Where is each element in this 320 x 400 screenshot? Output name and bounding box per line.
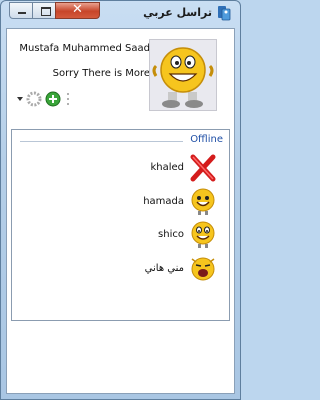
app-window: ✕ تراسل عربي Mustafa Muhammed Saad Sorry… <box>0 0 241 400</box>
close-button[interactable]: ✕ <box>55 2 100 19</box>
contact-item[interactable]: مني هاني <box>29 254 219 284</box>
group-header-offline[interactable]: Offline <box>190 134 223 145</box>
contact-item[interactable]: hamada <box>29 187 219 217</box>
profile-name[interactable]: Mustafa Muhammed Saad <box>19 43 150 54</box>
minimize-icon <box>18 12 26 14</box>
contact-name: khaled <box>150 162 184 173</box>
contact-name: shico <box>158 229 184 240</box>
add-contact-icon[interactable] <box>45 91 61 107</box>
dropdown-arrow-icon[interactable] <box>16 91 24 107</box>
maximize-button[interactable] <box>32 2 56 19</box>
contact-name: hamada <box>143 196 184 207</box>
profile-status-message[interactable]: Sorry There is More <box>53 68 150 79</box>
maximize-icon <box>41 7 51 16</box>
contact-list: Offline khaled hamada shico مني هاني <box>11 129 230 321</box>
profile-avatar[interactable] <box>149 39 217 111</box>
smiley-emoticon-icon <box>191 188 215 215</box>
contact-item[interactable]: khaled <box>29 153 219 183</box>
minimize-button[interactable] <box>9 2 33 19</box>
title-bar[interactable]: ✕ تراسل عربي <box>1 1 240 25</box>
red-x-icon <box>190 154 216 182</box>
status-busy-icon[interactable] <box>26 91 42 107</box>
group-divider <box>20 141 183 142</box>
big-smiley-icon <box>152 47 214 108</box>
laughing-emoticon-icon <box>191 257 215 281</box>
close-icon: ✕ <box>72 2 83 17</box>
app-logo-icon <box>218 6 231 21</box>
smiley-emoticon-icon <box>191 221 215 248</box>
toolbar-grip-icon <box>67 93 69 105</box>
main-panel: Mustafa Muhammed Saad Sorry There is Mor… <box>6 28 235 394</box>
contact-name: مني هاني <box>144 263 184 274</box>
contact-item[interactable]: shico <box>29 220 219 250</box>
window-title: تراسل عربي <box>143 6 212 19</box>
